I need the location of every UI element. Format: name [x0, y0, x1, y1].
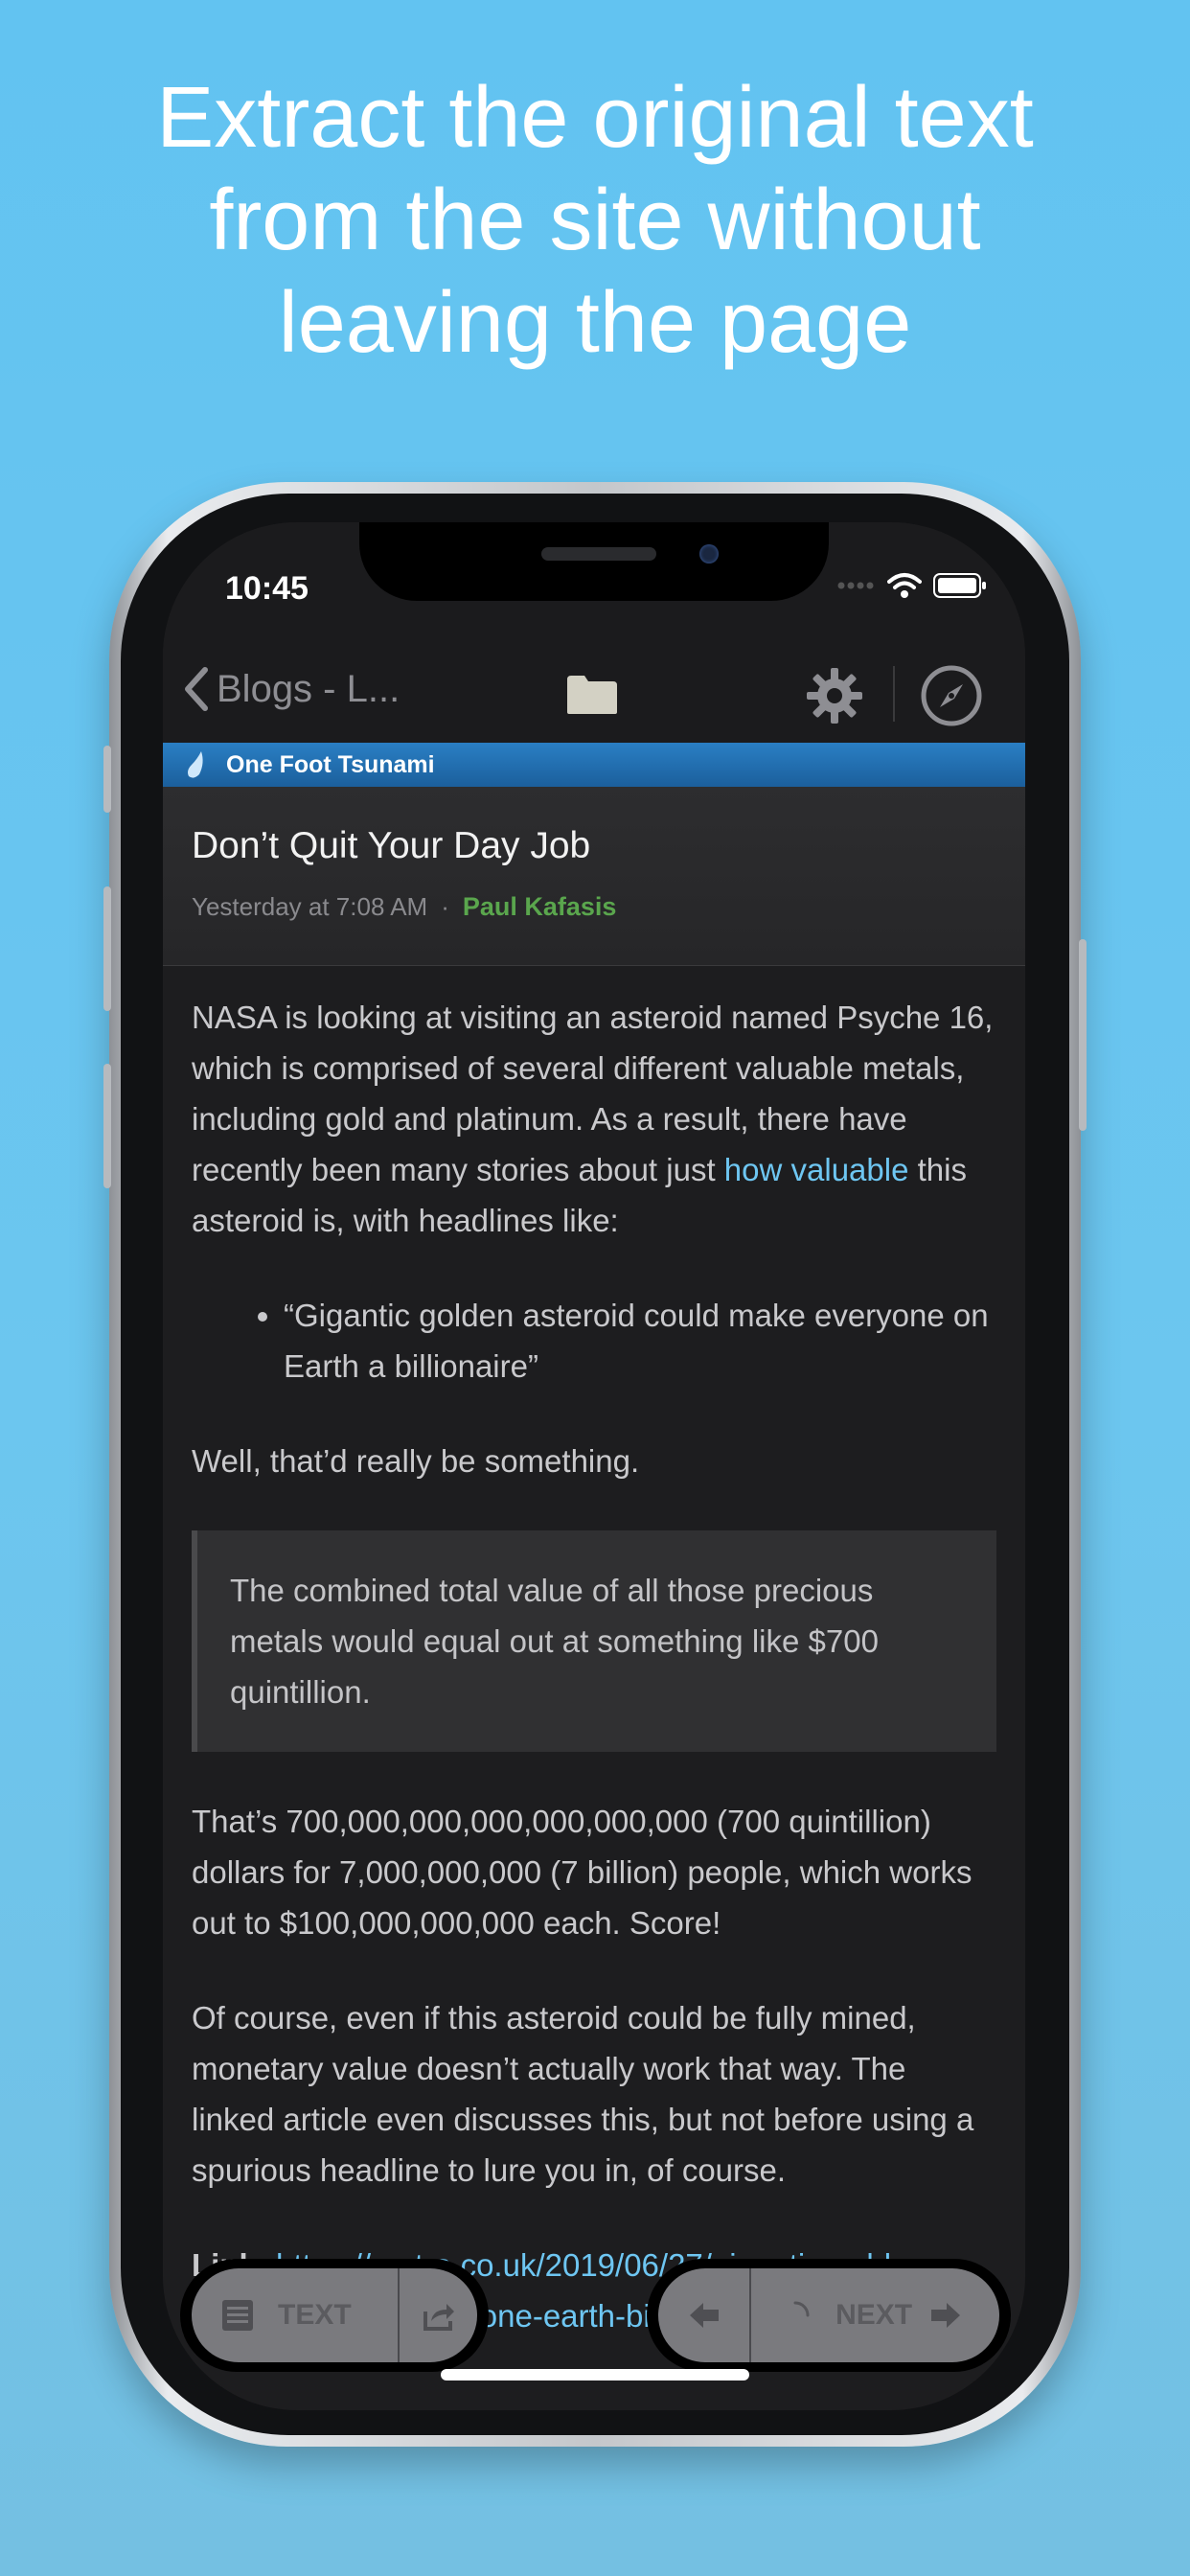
share-button[interactable]	[400, 2268, 477, 2362]
nav-divider	[893, 666, 895, 722]
wifi-icon	[887, 573, 922, 598]
left-pill: TEXT	[192, 2268, 477, 2362]
compass-icon	[921, 665, 982, 726]
meta-separator: ·	[441, 892, 449, 921]
toolbar-left: TEXT	[180, 2259, 489, 2372]
article-body: NASA is looking at visiting an asteroid …	[192, 992, 996, 2385]
article-author[interactable]: Paul Kafasis	[463, 892, 617, 921]
promo-headline: Extract the original text from the site …	[0, 67, 1190, 375]
article-header: Don’t Quit Your Day Job Yesterday at 7:0…	[163, 787, 1025, 966]
phone-screen: 10:45 Blogs - L... One Foot Tsunami Don’…	[163, 522, 1025, 2410]
volume-down-button	[103, 1064, 111, 1188]
paragraph-1: NASA is looking at visiting an asteroid …	[192, 992, 996, 1246]
list-item: “Gigantic golden asteroid could make eve…	[284, 1290, 996, 1392]
front-camera	[699, 544, 719, 564]
droplet-icon	[188, 751, 203, 778]
article-date: Yesterday at 7:08 AM	[192, 892, 428, 921]
paragraph-4: Of course, even if this asteroid could b…	[192, 2000, 974, 2188]
status-time: 10:45	[225, 570, 309, 607]
text-button-label: TEXT	[278, 2299, 352, 2331]
navigation-bar: Blogs - L...	[163, 637, 1025, 743]
silent-switch	[103, 746, 111, 813]
status-icons	[837, 572, 987, 599]
back-button-label: Blogs - L...	[217, 667, 400, 710]
arrow-left-icon	[689, 2303, 719, 2328]
paragraph-2: Well, that’d really be something.	[192, 1443, 640, 1479]
toolbar-right: NEXT	[647, 2259, 1011, 2372]
share-icon	[423, 2304, 454, 2331]
reader-icon	[222, 2300, 253, 2331]
chevron-left-icon	[185, 667, 208, 711]
open-in-browser-button[interactable]	[920, 664, 983, 732]
feed-title: One Foot Tsunami	[226, 750, 435, 778]
speaker-grille	[541, 547, 656, 561]
article-meta: Yesterday at 7:08 AM · Paul Kafasis	[192, 892, 616, 922]
home-indicator[interactable]	[441, 2369, 749, 2380]
promo-line-2: from the site without	[209, 172, 981, 268]
battery-icon	[933, 573, 986, 598]
signal-dots-icon	[837, 582, 874, 589]
text-button[interactable]: TEXT	[192, 2268, 398, 2362]
feed-header: One Foot Tsunami	[163, 743, 1025, 787]
spinner-icon	[793, 2301, 810, 2317]
next-button-label: NEXT	[835, 2299, 913, 2331]
arrow-right-icon	[931, 2303, 961, 2328]
headline-list: “Gigantic golden asteroid could make eve…	[192, 1290, 996, 1392]
gear-icon	[807, 668, 862, 724]
back-button[interactable]: Blogs - L...	[182, 666, 400, 712]
paragraph-3: That’s 700,000,000,000,000,000,000 (700 …	[192, 1804, 973, 1941]
previous-button[interactable]	[658, 2268, 749, 2362]
blockquote: The combined total value of all those pr…	[192, 1530, 996, 1752]
folder-button[interactable]	[565, 674, 619, 721]
power-button	[1079, 939, 1087, 1131]
next-button[interactable]: NEXT	[751, 2268, 999, 2362]
notch	[359, 522, 829, 601]
volume-up-button	[103, 886, 111, 1011]
article-title: Don’t Quit Your Day Job	[192, 825, 591, 866]
folder-icon	[567, 676, 617, 714]
settings-button[interactable]	[805, 666, 864, 730]
promo-line-3: leaving the page	[278, 275, 912, 371]
how-valuable-link[interactable]: how valuable	[724, 1152, 909, 1187]
right-pill: NEXT	[658, 2268, 999, 2362]
promo-line-1: Extract the original text	[156, 70, 1034, 166]
